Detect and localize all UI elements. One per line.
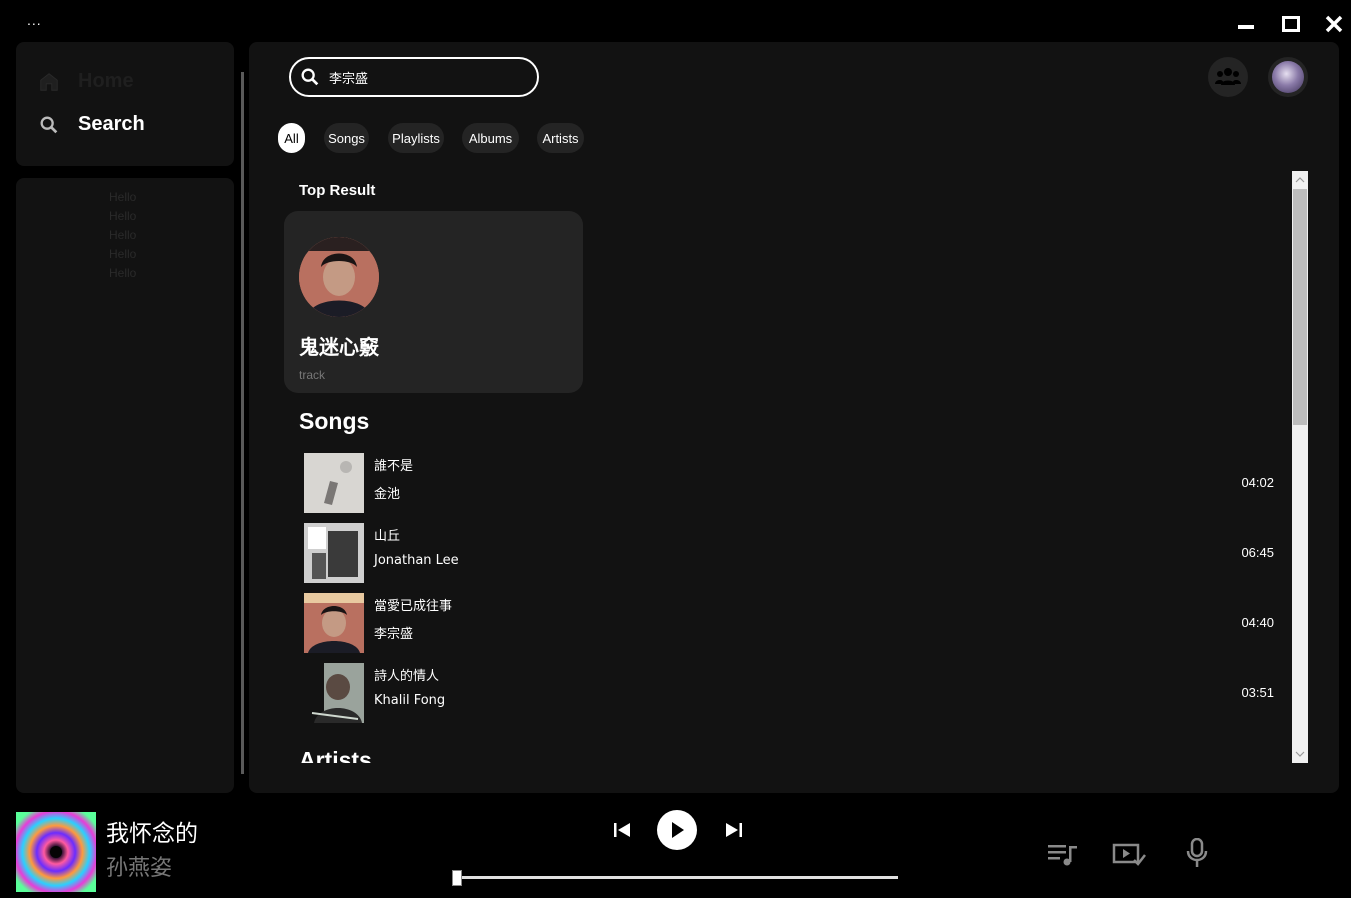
play-button[interactable] xyxy=(657,810,697,850)
next-button[interactable] xyxy=(724,820,744,840)
artists-heading: Artists xyxy=(299,747,372,763)
profile-avatar[interactable] xyxy=(1268,57,1308,97)
filter-albums[interactable]: Albums xyxy=(462,123,519,153)
song-artist[interactable]: Jonathan Lee xyxy=(374,553,459,568)
avatar xyxy=(1272,61,1304,93)
artists-heading-clip: Artists xyxy=(299,747,499,763)
skip-previous-icon xyxy=(614,823,630,837)
left-scrollbar[interactable] xyxy=(241,72,244,774)
song-duration: 04:40 xyxy=(1241,615,1274,630)
song-art xyxy=(304,593,364,653)
filter-all[interactable]: All xyxy=(278,123,305,153)
song-row[interactable]: 當愛已成往事 李宗盛 04:40 xyxy=(304,593,1274,655)
song-duration: 03:51 xyxy=(1241,685,1274,700)
results-scrollbar[interactable] xyxy=(1292,171,1308,763)
song-title: 當愛已成往事 xyxy=(374,599,453,614)
now-playing-artist[interactable]: 孙燕姿 xyxy=(106,850,172,882)
microphone-icon xyxy=(1186,838,1208,867)
search-box[interactable] xyxy=(289,57,539,97)
song-artist[interactable]: 李宗盛 xyxy=(374,623,413,642)
song-art xyxy=(304,453,364,513)
now-playing-art[interactable] xyxy=(16,812,96,892)
filter-playlists[interactable]: Playlists xyxy=(388,123,444,153)
song-row[interactable]: 詩人的情人 Khalil Fong 03:51 xyxy=(304,663,1274,725)
library-item[interactable]: Hello xyxy=(109,247,136,261)
top-result-card[interactable]: 鬼迷心竅 track xyxy=(284,211,583,393)
previous-button[interactable] xyxy=(612,820,632,840)
nav-panel: Home Search xyxy=(16,42,234,166)
scrollbar-thumb[interactable] xyxy=(1293,189,1307,425)
progress-bar[interactable] xyxy=(457,876,898,879)
song-title: 詩人的情人 xyxy=(374,669,440,684)
songs-heading: Songs xyxy=(299,408,370,434)
top-result-type: track xyxy=(299,368,326,382)
top-result-art xyxy=(299,237,379,317)
minimize-icon[interactable] xyxy=(1234,12,1258,36)
top-result-heading: Top Result xyxy=(299,182,376,199)
close-icon[interactable] xyxy=(1322,12,1346,36)
song-row[interactable]: 誰不是 金池 04:02 xyxy=(304,453,1274,515)
song-artist[interactable]: Khalil Fong xyxy=(374,693,445,708)
search-icon xyxy=(40,116,58,133)
nav-home-label: Home xyxy=(78,70,134,92)
home-icon xyxy=(40,72,58,91)
play-icon xyxy=(672,822,684,838)
song-row[interactable]: 山丘 Jonathan Lee 06:45 xyxy=(304,523,1274,585)
library-item[interactable]: Hello xyxy=(109,209,136,223)
library-item[interactable]: Hello xyxy=(109,228,136,242)
queue-icon xyxy=(1048,845,1077,866)
scroll-down-icon[interactable] xyxy=(1292,747,1308,761)
menu-button[interactable]: ... xyxy=(27,12,42,28)
friends-button[interactable] xyxy=(1208,57,1248,97)
song-artist[interactable]: 金池 xyxy=(374,483,400,502)
users-icon xyxy=(1215,68,1241,85)
top-result-title: 鬼迷心竅 xyxy=(299,335,379,359)
video-check-icon xyxy=(1112,843,1146,866)
nav-search-label: Search xyxy=(78,113,145,135)
progress-handle[interactable] xyxy=(452,870,462,886)
song-duration: 04:02 xyxy=(1241,475,1274,490)
song-duration: 06:45 xyxy=(1241,545,1274,560)
song-art xyxy=(304,663,364,723)
nav-search[interactable]: Search xyxy=(38,113,145,136)
search-icon xyxy=(301,68,319,86)
main-panel: All Songs Playlists Albums Artists Top R… xyxy=(249,42,1339,793)
filter-songs[interactable]: Songs xyxy=(324,123,369,153)
song-title: 誰不是 xyxy=(374,459,414,474)
lyrics-video-button[interactable] xyxy=(1112,840,1146,868)
queue-button[interactable] xyxy=(1046,840,1080,868)
library-item[interactable]: Hello xyxy=(109,190,136,204)
search-input[interactable] xyxy=(327,68,521,86)
maximize-icon[interactable] xyxy=(1279,12,1303,36)
filter-artists[interactable]: Artists xyxy=(537,123,584,153)
song-art xyxy=(304,523,364,583)
library-item[interactable]: Hello xyxy=(109,266,136,280)
scroll-up-icon[interactable] xyxy=(1292,173,1308,187)
microphone-button[interactable] xyxy=(1184,837,1210,869)
library-panel: Hello Hello Hello Hello Hello xyxy=(16,178,234,793)
now-playing-title[interactable]: 我怀念的 xyxy=(106,814,198,848)
song-title: 山丘 xyxy=(374,529,401,544)
nav-home[interactable]: Home xyxy=(38,70,134,93)
skip-next-icon xyxy=(726,823,742,837)
